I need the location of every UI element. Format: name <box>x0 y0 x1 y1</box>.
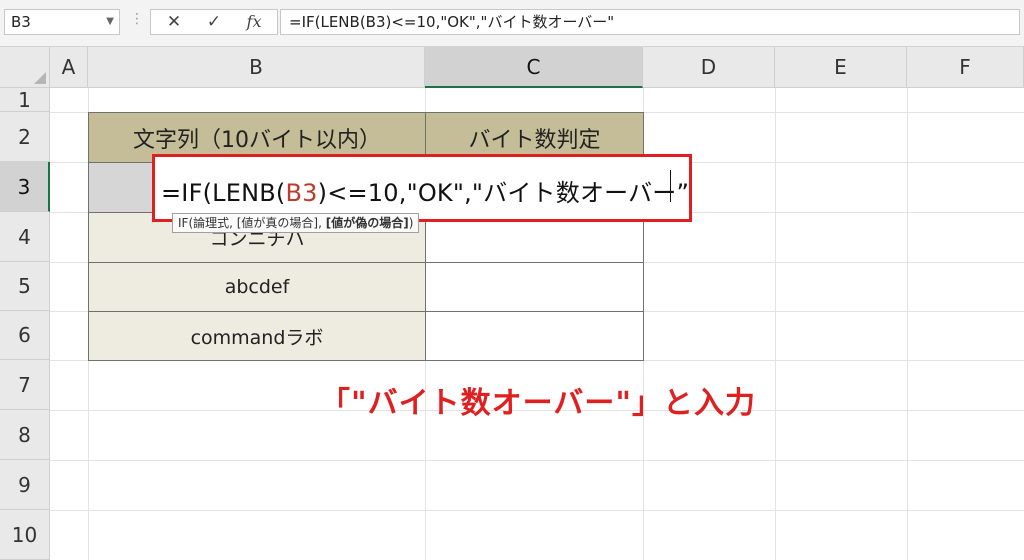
row-header-6[interactable]: 6 <box>0 311 50 360</box>
row-header-3[interactable]: 3 <box>0 162 50 212</box>
row-header-5[interactable]: 5 <box>0 262 50 311</box>
editor-formula-text: =IF(LENB(B3)<=10,"OK","バイト数オーバー” <box>161 173 689 208</box>
formula-bar: B3 ▼ ⋮ ✕ ✓ fx =IF(LENB(B3)<=10,"OK","バイト… <box>0 0 1024 47</box>
cell-c5[interactable] <box>425 262 644 312</box>
formula-input[interactable]: =IF(LENB(B3)<=10,"OK","バイト数オーバー" <box>280 9 1020 35</box>
column-header-e[interactable]: E <box>775 47 907 88</box>
chevron-down-icon[interactable]: ▼ <box>106 10 114 34</box>
column-header-f[interactable]: F <box>907 47 1024 88</box>
column-header-d[interactable]: D <box>643 47 775 88</box>
insert-function-icon[interactable]: fx <box>239 10 269 34</box>
tooltip-suffix: ) <box>408 216 414 230</box>
name-box-value: B3 <box>11 13 31 31</box>
more-options-icon[interactable]: ⋮ <box>130 11 145 27</box>
name-box[interactable]: B3 ▼ <box>4 9 120 35</box>
column-header-a[interactable]: A <box>50 47 88 88</box>
editor-text-before-ref: =IF(LENB( <box>161 179 286 207</box>
column-header-b[interactable]: B <box>88 47 425 88</box>
editor-text-after-ref: )<=10,"OK","バイト数オーバー” <box>317 179 690 207</box>
editor-cell-reference: B3 <box>285 179 318 207</box>
gridline-vertical <box>775 88 776 560</box>
select-all-triangle-icon <box>34 72 46 84</box>
row-header-7[interactable]: 7 <box>0 360 50 410</box>
row-header-9[interactable]: 9 <box>0 460 50 510</box>
row-header-10[interactable]: 10 <box>0 510 50 560</box>
cell-b6[interactable]: commandラボ <box>88 311 426 361</box>
gridline-horizontal <box>50 510 1024 511</box>
row-header-1[interactable]: 1 <box>0 88 50 112</box>
column-header-c[interactable]: C <box>425 47 643 88</box>
text-caret <box>670 170 671 202</box>
row-header-4[interactable]: 4 <box>0 212 50 262</box>
instruction-annotation: 「"バイト数オーバー"」と入力 <box>320 386 756 421</box>
row-header-8[interactable]: 8 <box>0 410 50 460</box>
function-tooltip[interactable]: IF(論理式, [値が真の場合], [値が偽の場合]) <box>172 213 420 233</box>
cancel-icon[interactable]: ✕ <box>159 10 189 34</box>
cell-c6[interactable] <box>425 311 644 361</box>
select-all-corner[interactable] <box>0 47 50 88</box>
formula-actions: ✕ ✓ fx <box>150 9 278 35</box>
tooltip-current-arg: [値が偽の場合] <box>325 216 409 230</box>
enter-icon[interactable]: ✓ <box>199 10 229 34</box>
cell-editor[interactable]: =IF(LENB(B3)<=10,"OK","バイト数オーバー” <box>152 154 692 222</box>
row-header-2[interactable]: 2 <box>0 112 50 162</box>
gridline-horizontal <box>50 460 1024 461</box>
tooltip-prefix: IF(論理式, [値が真の場合], <box>178 216 326 230</box>
cell-b5[interactable]: abcdef <box>88 262 426 312</box>
gridline-vertical <box>907 88 908 560</box>
